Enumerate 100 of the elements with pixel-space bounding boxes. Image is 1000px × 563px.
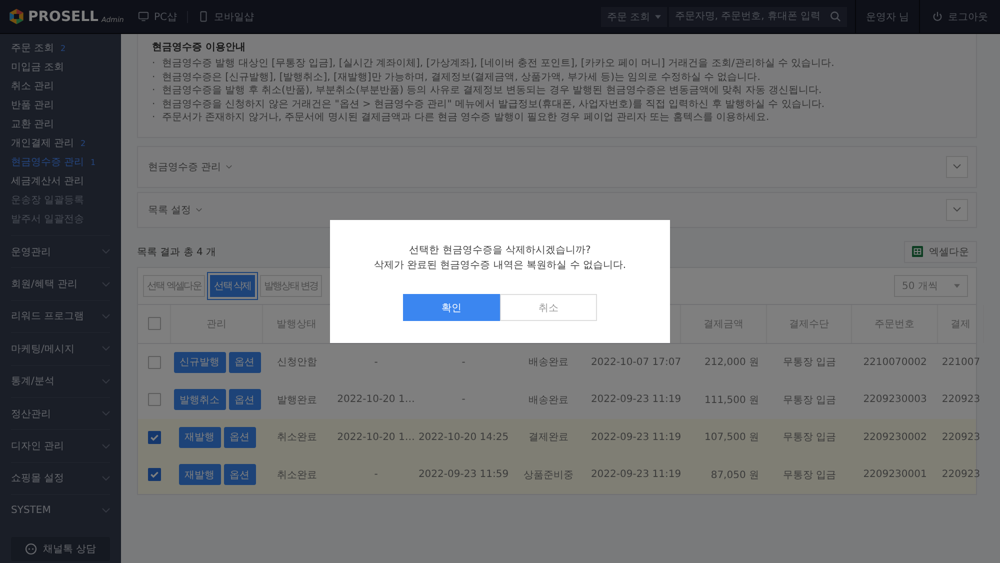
sidebar-item[interactable]: 반품 관리 xyxy=(11,96,110,115)
checkbox[interactable] xyxy=(148,430,161,444)
row-action-button[interactable]: 옵션 xyxy=(228,389,260,410)
section-title[interactable]: 목록 설정 xyxy=(148,202,192,216)
user-name: 운영자 님 xyxy=(864,10,910,24)
table-cell: 220923 xyxy=(942,432,980,443)
chevron-down-icon xyxy=(102,314,110,319)
table-cell: - xyxy=(374,469,378,480)
checkbox[interactable] xyxy=(148,356,161,369)
bullet: · xyxy=(152,57,156,70)
table-cell-text: 107,500 원 xyxy=(704,431,759,444)
checkbox[interactable] xyxy=(148,468,161,482)
sidebar-item[interactable]: 미입금 조회 xyxy=(11,58,110,77)
sidebar-item[interactable]: 취소 관리 xyxy=(11,77,110,96)
table-cell: 2022-10-07 17:07 xyxy=(590,356,682,368)
menu-group[interactable]: 쇼핑몰 설정 xyxy=(11,471,64,486)
excel-download-button[interactable]: 엑셀다운 xyxy=(904,240,977,262)
menu-group[interactable]: 디자인 관리 xyxy=(11,439,64,454)
table-cell-text: 111,500 원 xyxy=(704,394,759,407)
result-count: 목록 결과 총 4 개 xyxy=(137,246,216,258)
caret-icon xyxy=(954,284,960,288)
expand-button[interactable] xyxy=(946,156,968,178)
shop-link[interactable]: PC샵 xyxy=(128,10,188,24)
notice-line: 주문서가 존재하지 않거나, 주문서에 명시된 결제금액과 다른 현금 영수증 발행이 필요한 경우 페이업 관리자 또는 홈텍스를 이용하세요. xyxy=(162,111,770,124)
row-action-button[interactable]: 신규발행 xyxy=(174,352,226,373)
menu-group[interactable]: 회원/혜택 관리 xyxy=(11,277,78,292)
table-cell: 2209230001 xyxy=(863,469,927,480)
spreadsheet-icon xyxy=(912,246,923,257)
chevron-down-icon xyxy=(953,207,961,212)
expand-button[interactable] xyxy=(946,198,968,220)
table-cell-text: 무통장 입금 xyxy=(782,356,836,370)
menu-group[interactable]: 정산관리 xyxy=(11,406,51,421)
sidebar-item[interactable]: 세금계산서 관리 xyxy=(11,172,110,191)
chat-icon xyxy=(24,543,37,555)
checkbox[interactable] xyxy=(148,317,160,330)
row-action-button[interactable]: 옵션 xyxy=(228,352,260,373)
checkbox[interactable] xyxy=(148,393,161,406)
table-cell-text: 배송완료 xyxy=(528,394,568,407)
table-cell-text: 무통장 입금 xyxy=(782,431,836,444)
menu-group[interactable]: 리워드 프로그램 xyxy=(11,309,84,324)
section-title[interactable]: 현금영수증 관리 xyxy=(148,160,222,174)
table-cell-text: 무통장 입금 xyxy=(782,394,836,407)
notice-title: 현금영수증 이용안내 xyxy=(152,41,246,54)
brand-name: PROSELL xyxy=(28,8,98,24)
chevron-down-icon xyxy=(102,249,110,254)
dialog-message: 삭제가 완료된 현금영수증 내역은 복원하실 수 없습니다. xyxy=(374,259,626,273)
menu-group[interactable]: 운영관리 xyxy=(11,244,51,259)
table-cell: 220923 xyxy=(942,394,980,406)
bullet: · xyxy=(152,84,156,98)
bullet: · xyxy=(152,98,156,111)
table-cell: 221007 xyxy=(942,356,980,368)
table-cell: - xyxy=(462,356,466,368)
confirm-button[interactable]: 확인 xyxy=(403,294,500,321)
search-field[interactable]: 주문자명, 주문번호, 휴대폰 입력 xyxy=(668,6,847,26)
row-action-button[interactable]: 옵션 xyxy=(224,426,256,448)
row-action-button[interactable]: 재발행 xyxy=(178,426,220,448)
table-cell-text: 상품준비중 xyxy=(524,468,574,482)
row-action-button[interactable]: 발행취소 xyxy=(174,389,226,410)
search-icon xyxy=(830,11,841,22)
search-scope-select[interactable]: 주문 조회 xyxy=(600,6,667,26)
table-cell: 2209230002 xyxy=(863,432,927,443)
table-cell: 2022-10-20 1… xyxy=(337,394,415,406)
monitor-icon xyxy=(138,11,149,22)
menu-group[interactable]: SYSTEM xyxy=(11,505,51,516)
logout-link[interactable]: 로그아웃 xyxy=(920,10,1000,24)
table-cell: 2022-09-23 11:19 xyxy=(590,432,682,443)
chevron-down-icon xyxy=(102,476,110,481)
sidebar-item[interactable]: 현금영수증 관리 1 xyxy=(11,153,110,172)
menu-group[interactable]: 통계/분석 xyxy=(11,374,54,388)
table-cell: 2209230003 xyxy=(863,394,927,406)
table-cell: 2022-09-23 11:19 xyxy=(590,394,682,406)
chevron-down-icon xyxy=(953,164,961,169)
chat-button[interactable]: 채널톡 상담 xyxy=(11,537,110,561)
chevron-down-icon xyxy=(196,208,202,212)
shop-link[interactable]: 모바일샵 xyxy=(188,10,264,24)
table-cell-text: 87,050 원 xyxy=(710,468,759,482)
table-cell-text: 신청안함 xyxy=(277,356,317,370)
menu-group[interactable]: 마케팅/메시지 xyxy=(11,342,74,356)
table-cell-text: 무통장 입금 xyxy=(782,468,836,482)
cancel-button[interactable]: 취소 xyxy=(500,294,597,321)
table-cell: 2022-10-20 14:25 xyxy=(418,432,509,443)
table-cell-text: 결제완료 xyxy=(528,431,568,444)
table-cell-text: 취소완료 xyxy=(277,468,317,482)
table-cell-text: 배송완료 xyxy=(528,356,568,370)
row-action-button[interactable]: 옵션 xyxy=(224,464,256,486)
table-cell: 2210070002 xyxy=(863,356,927,368)
sidebar-item[interactable]: 주문 조회 2 xyxy=(11,39,110,58)
sidebar-item[interactable]: 개인결제 관리 2 xyxy=(11,134,110,153)
table-cell: 2022-09-23 11:59 xyxy=(418,469,509,480)
power-icon xyxy=(932,11,943,22)
row-action-button[interactable]: 재발행 xyxy=(178,464,220,486)
table-cell-text: 취소완료 xyxy=(277,431,317,444)
chevron-down-icon xyxy=(102,282,110,287)
sidebar-item[interactable]: 교환 관리 xyxy=(11,115,110,134)
table-cell: 220923 xyxy=(942,469,980,480)
phone-icon xyxy=(198,11,210,22)
bullet: · xyxy=(152,70,156,84)
notice-line: 현금영수증을 발행 후 취소(반품), 부분취소(부분반품) 등의 사유로 결제정보 변동되는 경우 발행된 현금영수증은 변동금액에 맞춰 자동 갱신됩니다. xyxy=(162,84,822,98)
notice-line: 현금영수증은 [신규발행], [발행취소], [재발행]만 가능하며, 결제정보(결제금액, 상품가액, 부가세 등)는 임의로 수정하실 수 없습니다. xyxy=(162,70,760,84)
notice-line: 현금영수증을 신청하지 않은 거래건은 "옵션 > 현금영수증 관리" 메뉴에서 발급정보(휴대폰, 사업자번호)를 직접 입력하신 후 발행하실 수 있습니다. xyxy=(162,98,825,111)
